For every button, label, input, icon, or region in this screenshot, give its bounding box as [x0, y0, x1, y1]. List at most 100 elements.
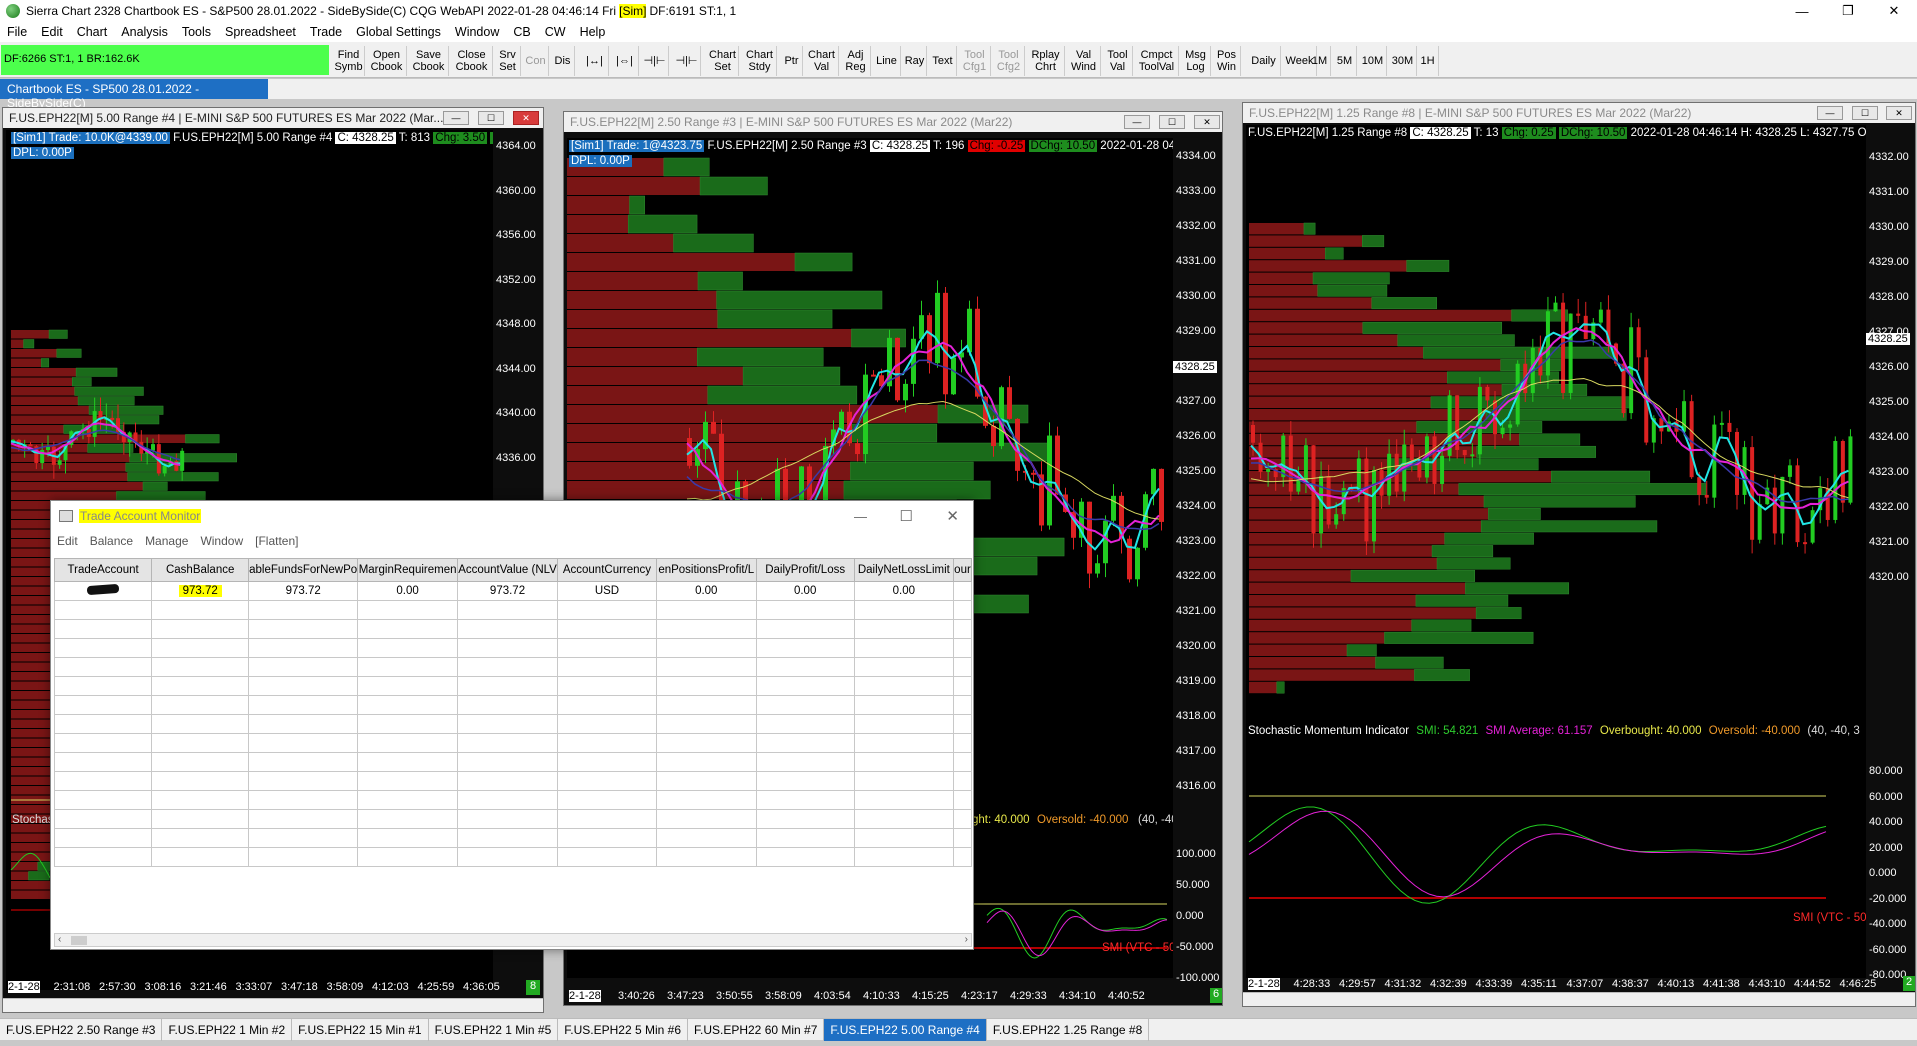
toolbar-button-2[interactable]: Save Cbook	[409, 46, 449, 76]
column-header[interactable]: CashBalance	[151, 558, 250, 582]
table-cell[interactable]	[457, 657, 558, 677]
table-cell[interactable]	[457, 600, 558, 620]
table-cell[interactable]	[54, 714, 153, 734]
table-cell[interactable]	[952, 695, 972, 715]
chart-window-1-25-range[interactable]: F.US.EPH22[M] 1.25 Range #8 | E-MINI S&P…	[1242, 102, 1916, 1007]
toolbar-button-0[interactable]: Find Symb	[333, 46, 365, 76]
table-cell[interactable]	[457, 733, 558, 753]
table-cell[interactable]	[557, 771, 657, 791]
table-cell[interactable]	[557, 847, 657, 867]
toolbar-button-22[interactable]: Val Wind	[1067, 46, 1101, 76]
column-header[interactable]: DailyNetLossLimit	[853, 558, 954, 582]
column-header[interactable]: AccountValue (NLV	[457, 558, 558, 582]
table-cell[interactable]	[655, 619, 757, 639]
table-cell[interactable]: 973.72	[151, 581, 250, 601]
table-cell[interactable]	[952, 619, 972, 639]
table-cell[interactable]	[151, 600, 250, 620]
toolbar-button-4[interactable]: Srv Set	[495, 46, 521, 76]
table-cell[interactable]	[357, 600, 459, 620]
table-row[interactable]: 973.72 973.72 0.00 973.72 USD 0.00 0.00 0.00	[54, 581, 972, 601]
chart-scrollbar[interactable]	[3, 998, 543, 1012]
table-cell[interactable]	[557, 752, 657, 772]
chart-tab[interactable]: F.US.EPH22 60 Min #7	[688, 1018, 825, 1041]
menu-item-trade[interactable]: Trade	[303, 25, 349, 39]
chartbook-tab[interactable]: Chartbook ES - SP500 28.01.2022 - SideBy…	[0, 79, 268, 110]
chart-tab[interactable]: F.US.EPH22 5.00 Range #4	[824, 1018, 987, 1041]
price-axis[interactable]: 4332.00 4331.00 4330.00 4329.00 4328.00 4327.…	[1866, 125, 1916, 981]
chart-scrollbar[interactable]	[1243, 992, 1915, 1006]
table-cell[interactable]	[54, 676, 153, 696]
table-row[interactable]	[54, 752, 972, 772]
time-axis[interactable]: 2-1-28 2:31:08 2:57:30 3:08:16 3:21:46 3:33:0…	[6, 979, 536, 995]
toolbar-button-30[interactable]: 5M	[1333, 46, 1357, 76]
close-icon[interactable]: ✕	[1886, 106, 1912, 120]
table-cell[interactable]	[54, 809, 153, 829]
minimize-icon[interactable]: —	[443, 111, 469, 125]
table-cell[interactable]	[853, 771, 954, 791]
chart-tab[interactable]: F.US.EPH22 1.25 Range #8	[987, 1018, 1150, 1041]
table-cell[interactable]	[357, 847, 459, 867]
table-cell[interactable]	[248, 733, 359, 753]
chart-window-title[interactable]: F.US.EPH22[M] 1.25 Range #8 | E-MINI S&P…	[1243, 103, 1915, 123]
table-cell[interactable]	[151, 714, 250, 734]
table-cell[interactable]: 0.00	[853, 581, 954, 601]
scroll-thumb[interactable]	[71, 936, 87, 945]
table-cell[interactable]	[853, 695, 954, 715]
table-cell[interactable]: USD	[557, 581, 657, 601]
table-cell[interactable]	[655, 676, 757, 696]
table-cell[interactable]	[755, 619, 855, 639]
table-cell[interactable]	[357, 828, 459, 848]
toolbar-button-17[interactable]: Ray	[903, 46, 927, 76]
table-cell[interactable]	[655, 847, 757, 867]
table-cell[interactable]	[54, 695, 153, 715]
table-cell[interactable]	[457, 847, 558, 867]
toolbar-button-26[interactable]: Pos Win	[1213, 46, 1241, 76]
table-cell[interactable]	[457, 676, 558, 696]
maximize-icon[interactable]: ☐	[900, 507, 913, 525]
column-header[interactable]: AccountCurrency	[557, 558, 657, 582]
table-cell[interactable]	[457, 619, 558, 639]
table-cell[interactable]	[248, 771, 359, 791]
toolbar-button-18[interactable]: Text	[929, 46, 957, 76]
table-row[interactable]	[54, 695, 972, 715]
table-cell[interactable]: 0.00	[655, 581, 757, 601]
toolbar-button-19[interactable]: Tool Cfg1	[959, 46, 991, 76]
toolbar-button-25[interactable]: Msg Log	[1181, 46, 1211, 76]
table-cell[interactable]	[151, 676, 250, 696]
trade-account-monitor-window[interactable]: Trade Account Monitor — ☐ ✕ Edit Balance M…	[50, 500, 974, 950]
chart-tab[interactable]: F.US.EPH22 15 Min #1	[292, 1018, 429, 1041]
toolbar-button-7[interactable]: |↔|	[581, 46, 609, 76]
table-cell[interactable]	[952, 809, 972, 829]
table-cell[interactable]	[755, 847, 855, 867]
column-header[interactable]: enPositionsProfit/L	[655, 558, 757, 582]
table-cell[interactable]	[248, 600, 359, 620]
table-cell[interactable]	[248, 847, 359, 867]
table-cell[interactable]	[952, 847, 972, 867]
table-cell[interactable]	[853, 828, 954, 848]
table-cell[interactable]	[755, 771, 855, 791]
price-chart-svg[interactable]	[1246, 125, 1866, 978]
table-row[interactable]	[54, 809, 972, 829]
table-cell[interactable]	[357, 714, 459, 734]
tam-menu-manage[interactable]: Manage	[139, 534, 194, 548]
table-cell[interactable]	[457, 714, 558, 734]
tam-menu-flatten[interactable]: [Flatten]	[249, 534, 304, 548]
table-cell[interactable]	[457, 638, 558, 658]
table-cell[interactable]	[655, 695, 757, 715]
toolbar-button-20[interactable]: Tool Cfg2	[993, 46, 1025, 76]
menu-item-cw[interactable]: CW	[538, 25, 573, 39]
table-cell[interactable]	[952, 600, 972, 620]
table-cell[interactable]	[54, 657, 153, 677]
chart-tab[interactable]: F.US.EPH22 5 Min #6	[558, 1018, 688, 1041]
table-cell[interactable]	[557, 790, 657, 810]
table-cell[interactable]	[655, 752, 757, 772]
table-cell[interactable]	[952, 828, 972, 848]
column-header[interactable]: our	[952, 558, 972, 582]
menu-item-tools[interactable]: Tools	[175, 25, 218, 39]
table-cell[interactable]	[853, 600, 954, 620]
table-cell[interactable]	[853, 619, 954, 639]
minimize-icon[interactable]: —	[1124, 115, 1150, 129]
price-chart[interactable]: F.US.EPH22[M] 1.25 Range #8 C: 4328.25 T…	[1246, 125, 1866, 978]
table-cell[interactable]	[952, 638, 972, 658]
table-cell[interactable]	[952, 733, 972, 753]
